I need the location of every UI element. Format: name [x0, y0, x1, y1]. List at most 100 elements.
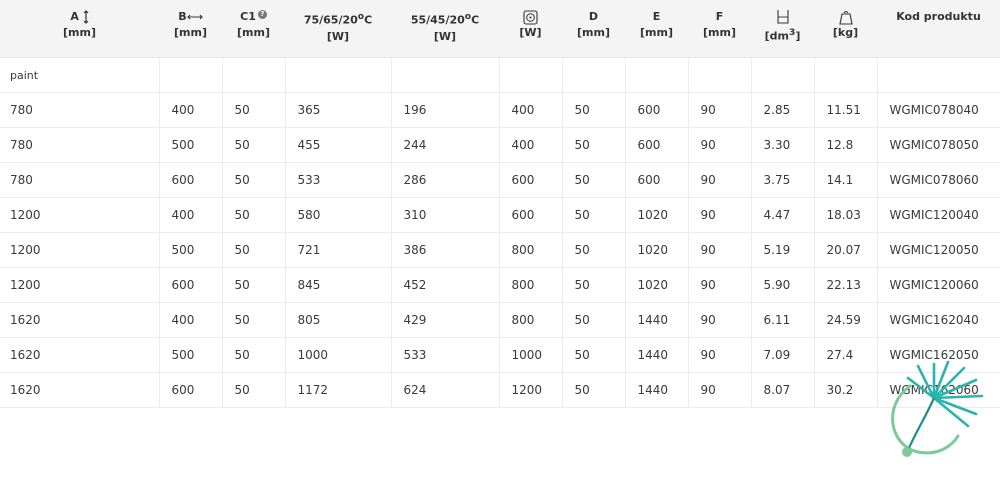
cell-product-code: WGMIC078040 [877, 92, 1000, 128]
cell-f: 90 [688, 232, 752, 268]
cell-e: 600 [625, 162, 689, 198]
cell-power-55: 429 [391, 302, 500, 338]
cell-weight: 11.51 [814, 92, 878, 128]
cell-product-code: WGMIC078060 [877, 162, 1000, 198]
cell-power-75: 365 [285, 92, 392, 128]
cell-c1: 50 [222, 232, 286, 268]
volume-icon [776, 9, 790, 25]
cell-e: 1440 [625, 337, 689, 373]
table-row: 1200 600 50 845 452 800 50 1020 90 5.90 22.13 WGMIC… [0, 267, 1000, 303]
cell-product-code: WGMIC162040 [877, 302, 1000, 338]
cell-product-code: WGMIC120040 [877, 197, 1000, 233]
cell-d: 50 [562, 162, 626, 198]
cell-f: 90 [688, 337, 752, 373]
cell-e: 1440 [625, 372, 689, 408]
cell-volume: 2.85 [751, 92, 815, 128]
cell-weight: 22.13 [814, 267, 878, 303]
cell-a: 1200 [0, 197, 160, 233]
cell-d: 50 [562, 372, 626, 408]
cell-f: 90 [688, 162, 752, 198]
table-row: 1620 400 50 805 429 800 50 1440 90 6.11 24.59 WGMIC… [0, 302, 1000, 338]
cell-weight: 18.03 [814, 197, 878, 233]
cell-c1: 50 [222, 337, 286, 373]
cell-heating-element: 600 [499, 162, 563, 198]
group-label: paint [0, 57, 160, 93]
header-d: D [mm] [562, 0, 625, 58]
cell-b: 600 [159, 267, 223, 303]
cell-power-55: 624 [391, 372, 500, 408]
cell-a: 1200 [0, 267, 160, 303]
cell-b: 400 [159, 92, 223, 128]
cell-power-55: 452 [391, 267, 500, 303]
cell-weight: 12.8 [814, 127, 878, 163]
table-row: 16206005011726241200501440908.0730.2WGMI… [0, 372, 1000, 408]
cell-heating-element: 400 [499, 127, 563, 163]
header-product-code: Kod produktu [877, 0, 1000, 58]
cell-a: 1620 [0, 337, 160, 373]
cell-f: 90 [688, 197, 752, 233]
cell-d: 50 [562, 127, 626, 163]
cell-power-75: 580 [285, 197, 392, 233]
cell-c1: 50 [222, 372, 286, 408]
cell-e: 1440 [625, 302, 689, 338]
cell-e: 1020 [625, 267, 689, 303]
cell-f: 90 [688, 92, 752, 128]
cell-power-55: 244 [391, 127, 500, 163]
cell-c1: 50 [222, 162, 286, 198]
header-heating-element: [W] [499, 0, 562, 58]
cell-e: 600 [625, 92, 689, 128]
table-row: 780 400 50 365 196 400 50 600 90 2.85 11.51 WGMIC07… [0, 92, 1000, 128]
cell-a: 1200 [0, 232, 160, 268]
cell-power-55: 196 [391, 92, 500, 128]
cell-c1: 50 [222, 302, 286, 338]
cell-f: 90 [688, 267, 752, 303]
width-arrow-icon [186, 14, 203, 20]
cell-volume: 3.30 [751, 127, 815, 163]
cell-volume: 5.90 [751, 267, 815, 303]
header-f: F [mm] [688, 0, 751, 58]
cell-power-75: 455 [285, 127, 392, 163]
cell-weight: 30.2 [814, 372, 878, 408]
spec-table: A [mm] B [mm] C1? [mm] 75/65/20oC [W] 55… [0, 0, 1000, 408]
cell-c1: 50 [222, 267, 286, 303]
cell-weight: 27.4 [814, 337, 878, 373]
cell-heating-element: 600 [499, 197, 563, 233]
cell-weight: 14.1 [814, 162, 878, 198]
cell-b: 600 [159, 162, 223, 198]
cell-volume: 4.47 [751, 197, 815, 233]
cell-c1: 50 [222, 197, 286, 233]
table-row: 780 500 50 455 244 400 50 600 90 3.30 12.8 WGMIC078… [0, 127, 1000, 163]
weight-icon [838, 9, 854, 25]
cell-volume: 3.75 [751, 162, 815, 198]
cell-volume: 6.11 [751, 302, 815, 338]
cell-e: 600 [625, 127, 689, 163]
cell-volume: 7.09 [751, 337, 815, 373]
cell-d: 50 [562, 92, 626, 128]
cell-power-55: 286 [391, 162, 500, 198]
header-a: A [mm] [0, 0, 159, 58]
cell-d: 50 [562, 302, 626, 338]
cell-d: 50 [562, 337, 626, 373]
cell-f: 90 [688, 372, 752, 408]
cell-a: 780 [0, 92, 160, 128]
height-arrow-icon [83, 10, 89, 24]
header-weight: [kg] [814, 0, 877, 58]
cell-e: 1020 [625, 197, 689, 233]
cell-product-code: WGMIC120060 [877, 267, 1000, 303]
cell-b: 500 [159, 232, 223, 268]
cell-power-75: 721 [285, 232, 392, 268]
cell-product-code: WGMIC078050 [877, 127, 1000, 163]
header-b: B [mm] [159, 0, 222, 58]
table-row: 1200 400 50 580 310 600 50 1020 90 4.47 18.03 WGMIC… [0, 197, 1000, 233]
cell-a: 1620 [0, 372, 160, 408]
help-icon[interactable]: ? [257, 10, 267, 19]
cell-volume: 5.19 [751, 232, 815, 268]
cell-a: 780 [0, 127, 160, 163]
cell-power-75: 1172 [285, 372, 392, 408]
table-row: 1620 500 50 1000 533 1000 50 1440 90 7.09 27.4 WGMI… [0, 337, 1000, 373]
cell-d: 50 [562, 267, 626, 303]
cell-e: 1020 [625, 232, 689, 268]
cell-power-75: 533 [285, 162, 392, 198]
heating-element-icon [523, 9, 538, 25]
cell-power-75: 845 [285, 267, 392, 303]
